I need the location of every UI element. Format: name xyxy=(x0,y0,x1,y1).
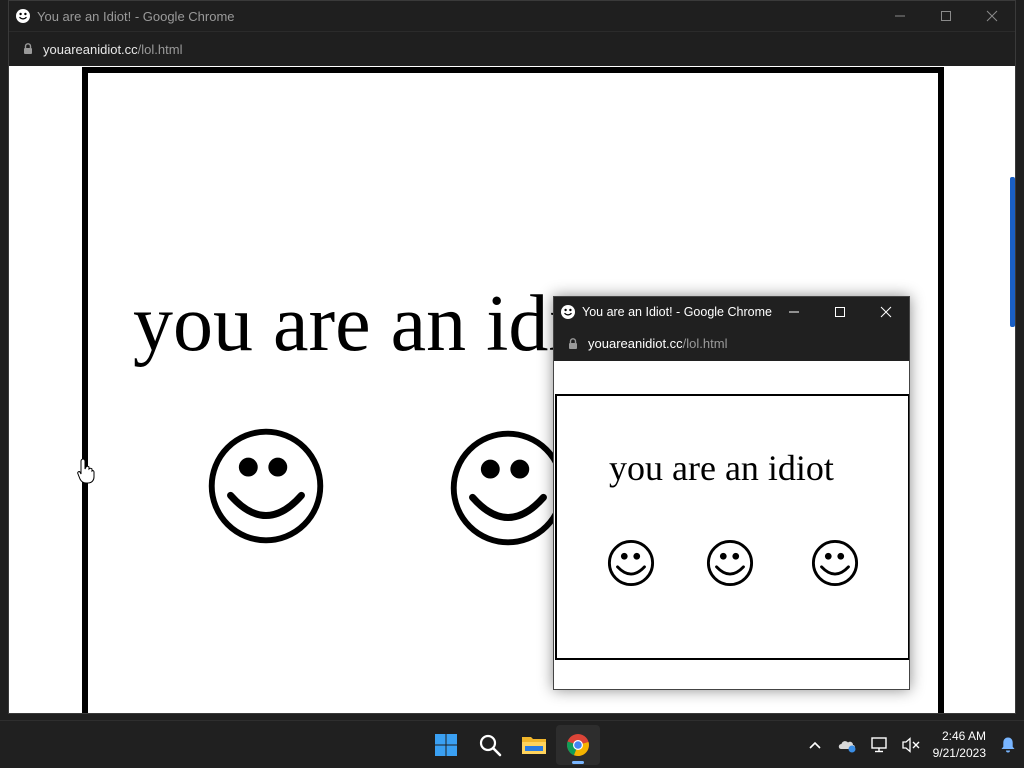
clock-time: 2:46 AM xyxy=(941,729,986,743)
smiley-icon xyxy=(208,428,324,544)
smiley-icon xyxy=(450,430,566,546)
window-title: You are an Idiot! - Google Chrome xyxy=(582,304,772,319)
main-titlebar[interactable]: You are an Idiot! - Google Chrome xyxy=(9,1,1015,32)
maximize-icon xyxy=(835,306,845,317)
close-icon xyxy=(880,306,892,317)
system-tray: 2:46 AM 9/21/2023 xyxy=(799,721,1024,768)
maximize-button[interactable] xyxy=(817,297,863,326)
minimize-button[interactable] xyxy=(877,1,923,31)
taskbar: 2:46 AM 9/21/2023 xyxy=(0,720,1024,768)
notification-bell-icon xyxy=(1001,737,1015,753)
clock[interactable]: 2:46 AM 9/21/2023 xyxy=(927,728,992,762)
address-bar[interactable]: youareanidiot.cc/lol.html xyxy=(9,32,1015,66)
smiley-icon xyxy=(15,8,31,24)
network-button[interactable] xyxy=(863,725,895,765)
hand-cursor-icon xyxy=(77,458,95,484)
lock-icon xyxy=(566,337,580,351)
taskbar-apps xyxy=(424,721,600,768)
page-frame xyxy=(555,394,909,660)
smiley-icon xyxy=(706,539,754,587)
url-text[interactable]: youareanidiot.cc/lol.html xyxy=(588,336,727,351)
smiley-icon xyxy=(560,304,576,320)
maximize-icon xyxy=(941,11,951,21)
chevron-up-icon xyxy=(809,741,821,749)
chrome-button[interactable] xyxy=(556,725,600,765)
window-title: You are an Idiot! - Google Chrome xyxy=(37,8,235,24)
clock-date: 9/21/2023 xyxy=(932,746,986,760)
lock-icon xyxy=(21,42,35,56)
scrollbar[interactable] xyxy=(1010,177,1015,327)
start-icon xyxy=(435,734,457,756)
minimize-icon xyxy=(789,311,799,312)
minimize-button[interactable] xyxy=(771,297,817,326)
volume-muted-icon xyxy=(901,737,920,753)
notifications-button[interactable] xyxy=(992,725,1024,765)
maximize-button[interactable] xyxy=(923,1,969,31)
onedrive-icon xyxy=(838,741,856,753)
network-icon xyxy=(870,737,887,753)
close-icon xyxy=(986,10,998,22)
url-text[interactable]: youareanidiot.cc/lol.html xyxy=(43,42,182,57)
start-button[interactable] xyxy=(424,725,468,765)
search-icon xyxy=(479,734,502,757)
close-button[interactable] xyxy=(969,1,1015,31)
chrome-icon xyxy=(567,734,589,757)
smiley-icon xyxy=(811,539,859,587)
page-heading: you are an idiot xyxy=(609,448,834,488)
smiley-icon xyxy=(607,539,655,587)
file-explorer-button[interactable] xyxy=(512,725,556,765)
close-button[interactable] xyxy=(863,297,909,326)
active-indicator xyxy=(572,761,584,764)
volume-button[interactable] xyxy=(895,725,927,765)
search-button[interactable] xyxy=(468,725,512,765)
page-viewport: you are an idiot xyxy=(554,361,909,689)
address-bar[interactable]: youareanidiot.cc/lol.html xyxy=(554,326,909,361)
popup-browser-window: You are an Idiot! - Google Chrome youare… xyxy=(553,296,910,690)
onedrive-button[interactable] xyxy=(831,725,863,765)
show-hidden-icons-button[interactable] xyxy=(799,725,831,765)
minimize-icon xyxy=(895,15,905,17)
file-explorer-icon xyxy=(522,737,546,754)
popup-titlebar[interactable]: You are an Idiot! - Google Chrome xyxy=(554,297,909,326)
